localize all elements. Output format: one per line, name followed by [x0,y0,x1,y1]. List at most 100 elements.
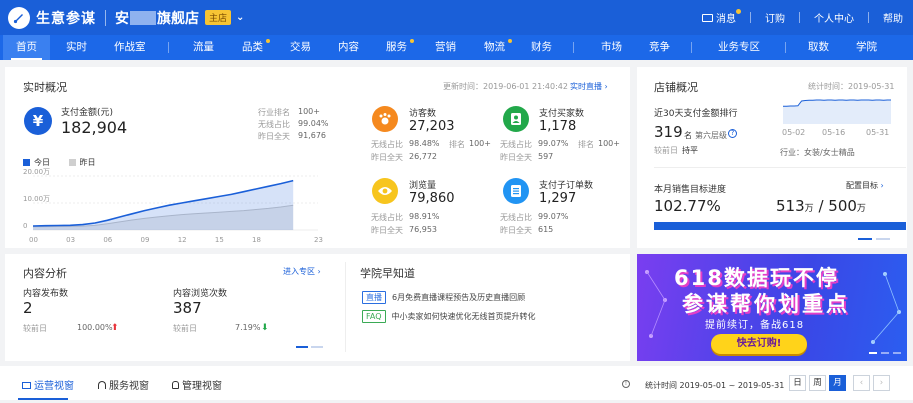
views-compare-row: 较前日 7.19% ⬇ [173,323,269,333]
academy-item-text: 6月免费直播课程预告及历史直播回顾 [392,293,526,302]
nav-content[interactable]: 内容 [338,35,359,60]
pay-amount-value: 182,904 [61,118,128,137]
enter-zone-label: 进入专区 [283,267,315,276]
help-link[interactable]: 帮助 [883,10,903,25]
nav-service[interactable]: 服务 [386,35,407,60]
academy-item-live[interactable]: 直播 6月免费直播课程预告及历史直播回顾 [362,291,525,304]
nav-logistics[interactable]: 物流 [484,35,505,60]
visitors-wireless-row: 无线占比 98.48% 排名 100+ [371,139,491,149]
realtime-title: 实时概况 [23,81,67,94]
shop-name-suffix: 旗舰店 [157,10,199,27]
mail-icon [702,13,713,22]
pay-wireless-row: 无线占比 99.04% [258,119,329,129]
x-tick-label: 18 [252,236,261,244]
views-value: 387 [173,299,202,317]
rank-unit: 名 [684,131,692,140]
visitors-label: 访客数 [409,109,437,119]
top-bar: 生意参谋 安 旗舰店 主店 ⌄ 消息 订购 个人中心 帮助 [0,0,913,35]
realtime-trend-chart: 20.00万 10.00万 000 03 06 09 12 15 18 23 [23,168,323,244]
target-done-value: 513 [776,197,805,215]
nav-academy[interactable]: 学院 [856,35,877,60]
buyers-value: 1,178 [539,119,577,134]
prev-period-button[interactable]: ‹ [853,375,870,391]
enter-zone-link[interactable]: 进入专区 › [283,266,321,277]
nav-war-room[interactable]: 作战室 [114,35,146,60]
nav-marketing[interactable]: 营销 [435,35,456,60]
carousel-dot[interactable] [876,238,890,240]
personal-center-link[interactable]: 个人中心 [814,10,854,25]
tab-operations[interactable]: 运营视窗 [22,377,74,392]
nav-realtime[interactable]: 实时 [66,35,87,60]
nav-traffic[interactable]: 流量 [193,35,214,60]
tab-management[interactable]: 管理视窗 [172,377,222,392]
unread-dot [736,9,741,14]
configure-target-label: 配置目标 [846,181,878,190]
target-total-unit: 万 [856,204,866,214]
target-progress-fill [654,222,906,230]
x-tick-label: 00 [29,236,38,244]
chevron-down-icon[interactable]: ⌄ [236,12,244,23]
bag-icon [172,381,179,389]
suborders-icon [503,178,529,204]
academy-item-faq[interactable]: FAQ 中小卖家如何快速优化无线首页提升转化 [362,310,536,323]
info-icon[interactable]: ! [622,380,630,388]
nav-finance[interactable]: 财务 [531,35,552,60]
nav-category[interactable]: 品类 [242,35,263,60]
configure-target-link[interactable]: 配置目标 › [846,180,884,191]
nav-competition[interactable]: 竞争 [649,35,670,60]
help-icon[interactable]: ? [728,129,737,138]
carousel-dot-active[interactable] [858,238,872,240]
main-nav: 首页 实时 作战室 流量 品类 交易 内容 服务 营销 物流 财务 市场 竞争 … [0,35,913,60]
segment-month[interactable]: 月 [829,375,846,391]
banner-subtitle: 提前续订，备战618 [705,320,805,331]
nav-market[interactable]: 市场 [601,35,622,60]
subscribe-link[interactable]: 订购 [765,10,785,25]
legend-yesterday-swatch [68,159,76,166]
segment-week[interactable]: 周 [809,375,826,391]
nav-trade[interactable]: 交易 [290,35,311,60]
segment-day[interactable]: 日 [789,375,806,391]
target-percent: 102.77% [654,197,721,215]
chart-legend: 今日 昨日 [23,157,96,168]
tab-service-label: 服务视窗 [109,381,149,392]
logo[interactable]: 生意参谋 [8,6,96,29]
target-done-unit: 万 [804,204,814,214]
posts-compare-row: 较前日 100.00% ⬆ [23,323,119,333]
y-tick-label: 10.00万 [23,195,50,203]
chevron-right-icon: › [879,378,884,388]
content-title: 内容分析 [23,267,67,280]
messages-label: 消息 [716,14,736,25]
nav-home[interactable]: 首页 [3,35,50,60]
content-dot[interactable] [311,346,323,348]
target-total-value: 500 [828,197,857,215]
logo-icon [8,6,30,29]
buyers-icon [503,106,529,132]
arrow-down-icon: ⬇ [261,323,269,333]
visitors-value: 27,203 [409,119,455,134]
suborders-yesterday-row: 昨日全天 615 [500,225,554,235]
rank-sparkline [783,99,891,124]
banner-headline-2: 参谋帮你划重点 [682,292,850,316]
shop-name-mask [130,10,156,25]
suborders-wireless-row: 无线占比 99.07% [500,212,569,222]
x-tick-label: 12 [178,236,187,244]
visitors-yesterday-row: 昨日全天 26,772 [371,152,437,162]
target-title: 本月销售目标进度 [654,185,727,195]
live-link[interactable]: 实时直播 › [570,81,608,92]
messages-link[interactable]: 消息 [702,9,741,25]
banner-order-button[interactable]: 快去订购! [711,334,807,354]
nav-category-dot [266,39,270,43]
x-tick-label: 09 [141,236,150,244]
buyers-wireless-row: 无线占比 99.07% 排名 100+ [500,139,620,149]
next-period-button[interactable]: › [873,375,890,391]
store-stat-time: 统计时间：2019-05-31 [808,82,895,91]
nav-data-fetch[interactable]: 取数 [808,35,829,60]
posts-value: 2 [23,299,33,317]
brand-name: 生意参谋 [36,10,96,27]
nav-business-zone[interactable]: 业务专区 [718,35,760,60]
content-dot-active[interactable] [296,346,308,348]
shop-switcher[interactable]: 安 旗舰店 主店 ⌄ [115,8,244,28]
stat-range: 统计时间 2019-05-01 ~ 2019-05-31 [645,381,785,390]
store-title: 店铺概况 [654,81,698,94]
tab-service[interactable]: 服务视窗 [98,377,149,392]
